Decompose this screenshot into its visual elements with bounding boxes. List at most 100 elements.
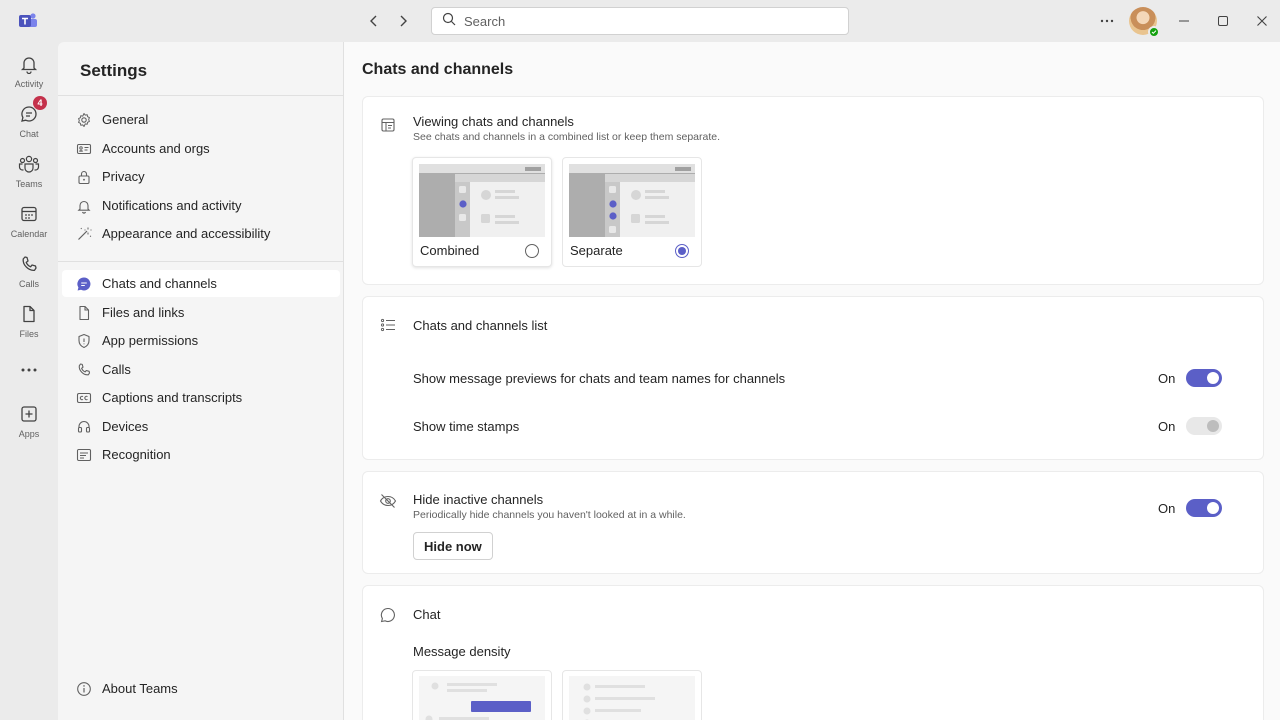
rail-label: Apps [18, 429, 40, 439]
menu-item-general[interactable]: General [62, 106, 340, 133]
file-icon [17, 302, 41, 326]
time-stamps-toggle[interactable] [1186, 417, 1222, 435]
divider [58, 95, 344, 96]
menu-label: About Teams [102, 681, 178, 696]
lock-icon [76, 169, 92, 185]
rail-label: Calendar [10, 229, 48, 239]
message-previews-toggle[interactable] [1186, 369, 1222, 387]
rail-item-files[interactable]: Files [0, 302, 58, 350]
rail-item-calls[interactable]: Calls [0, 252, 58, 300]
menu-item-chats-and-channels[interactable]: Chats and channels [62, 270, 340, 297]
minimize-icon[interactable] [1174, 11, 1194, 31]
menu-item-notifications[interactable]: Notifications and activity [62, 192, 340, 219]
app-rail: Activity 4 Chat Teams Calendar Calls Fil… [0, 42, 58, 720]
list-icon [379, 316, 397, 334]
menu-item-files-and-links[interactable]: Files and links [62, 299, 340, 326]
maximize-icon[interactable] [1213, 11, 1233, 31]
forward-arrow-icon[interactable] [393, 11, 413, 31]
divider [58, 261, 344, 262]
option-label: Separate [570, 243, 623, 258]
page-title: Chats and channels [362, 61, 514, 78]
menu-item-devices[interactable]: Devices [62, 413, 340, 440]
menu-item-about-teams[interactable]: About Teams [62, 675, 340, 702]
menu-label: Recognition [102, 447, 171, 462]
menu-label: Privacy [102, 169, 145, 184]
chat-icon: 4 [17, 96, 47, 126]
menu-item-appearance[interactable]: Appearance and accessibility [62, 220, 340, 247]
teams-icon [17, 152, 41, 176]
teams-logo-icon [18, 11, 38, 31]
more-options-icon[interactable] [1097, 11, 1117, 31]
menu-label: Calls [102, 362, 131, 377]
viewing-card: Viewing chats and channels See chats and… [362, 96, 1264, 285]
option-separate[interactable]: Separate [562, 157, 702, 267]
toggle-state: On [1158, 501, 1176, 516]
card-subtitle: Periodically hide channels you haven't l… [413, 509, 686, 521]
menu-label: Devices [102, 419, 149, 434]
menu-item-accounts[interactable]: Accounts and orgs [62, 135, 340, 162]
menu-label: Chats and channels [102, 276, 217, 291]
phone-icon [17, 252, 41, 276]
phone-icon [76, 362, 92, 378]
card-title: Chat [413, 607, 441, 622]
hide-inactive-toggle[interactable] [1186, 499, 1222, 517]
notification-badge: 4 [33, 96, 47, 110]
separate-preview [569, 164, 695, 237]
menu-label: Accounts and orgs [102, 141, 210, 156]
id-card-icon [76, 141, 92, 157]
menu-item-privacy[interactable]: Privacy [62, 163, 340, 190]
toggle-knob [1207, 372, 1219, 384]
rail-item-teams[interactable]: Teams [0, 152, 58, 200]
rail-label: Activity [14, 79, 44, 89]
card-title: Viewing chats and channels [413, 114, 574, 129]
rail-item-more[interactable] [0, 358, 58, 406]
info-icon [76, 681, 92, 697]
menu-item-captions[interactable]: Captions and transcripts [62, 384, 340, 411]
menu-item-recognition[interactable]: Recognition [62, 441, 340, 468]
toggle-knob [1207, 502, 1219, 514]
menu-label: Notifications and activity [102, 198, 242, 213]
density-option-comfy[interactable] [412, 670, 552, 720]
option-combined[interactable]: Combined [412, 157, 552, 267]
hide-now-button[interactable]: Hide now [413, 532, 493, 560]
add-apps-icon [17, 402, 41, 426]
headset-icon [76, 419, 92, 435]
setting-label: Show time stamps [413, 419, 520, 434]
toggle-knob [1207, 420, 1219, 432]
close-icon[interactable] [1252, 11, 1272, 31]
rail-item-calendar[interactable]: Calendar [0, 202, 58, 250]
search-input[interactable] [464, 13, 824, 29]
density-option-compact[interactable] [562, 670, 702, 720]
more-icon [17, 358, 41, 382]
gear-icon [76, 112, 92, 128]
message-density-label: Message density [413, 644, 511, 659]
toggle-state: On [1158, 419, 1176, 434]
avatar[interactable] [1129, 7, 1160, 38]
layout-icon [379, 116, 397, 134]
transcript-icon [76, 447, 92, 463]
back-arrow-icon[interactable] [364, 11, 384, 31]
menu-label: Captions and transcripts [102, 390, 243, 405]
bell-icon [17, 52, 41, 76]
calendar-icon [17, 202, 41, 226]
magic-wand-icon [76, 226, 92, 242]
radio-combined[interactable] [525, 244, 539, 258]
rail-label: Files [19, 329, 39, 339]
menu-label: Appearance and accessibility [102, 226, 271, 241]
rail-item-apps[interactable]: Apps [0, 402, 58, 450]
menu-item-app-permissions[interactable]: App permissions [62, 327, 340, 354]
rail-item-chat[interactable]: 4 Chat [0, 96, 58, 150]
menu-item-calls[interactable]: Calls [62, 356, 340, 383]
title-bar [0, 0, 1280, 42]
radio-separate[interactable] [675, 244, 689, 258]
rail-item-activity[interactable]: Activity [0, 52, 58, 100]
chats-list-card: Chats and channels list Show message pre… [362, 296, 1264, 460]
search-box[interactable] [431, 7, 849, 35]
chat-icon [379, 606, 397, 624]
settings-sidebar: Settings General Accounts and orgs Priva… [58, 42, 344, 720]
menu-label: General [102, 112, 149, 127]
rail-label: Teams [15, 179, 43, 189]
shield-icon [76, 333, 92, 349]
presence-available-icon [1148, 26, 1160, 38]
card-subtitle: See chats and channels in a combined lis… [413, 131, 721, 143]
